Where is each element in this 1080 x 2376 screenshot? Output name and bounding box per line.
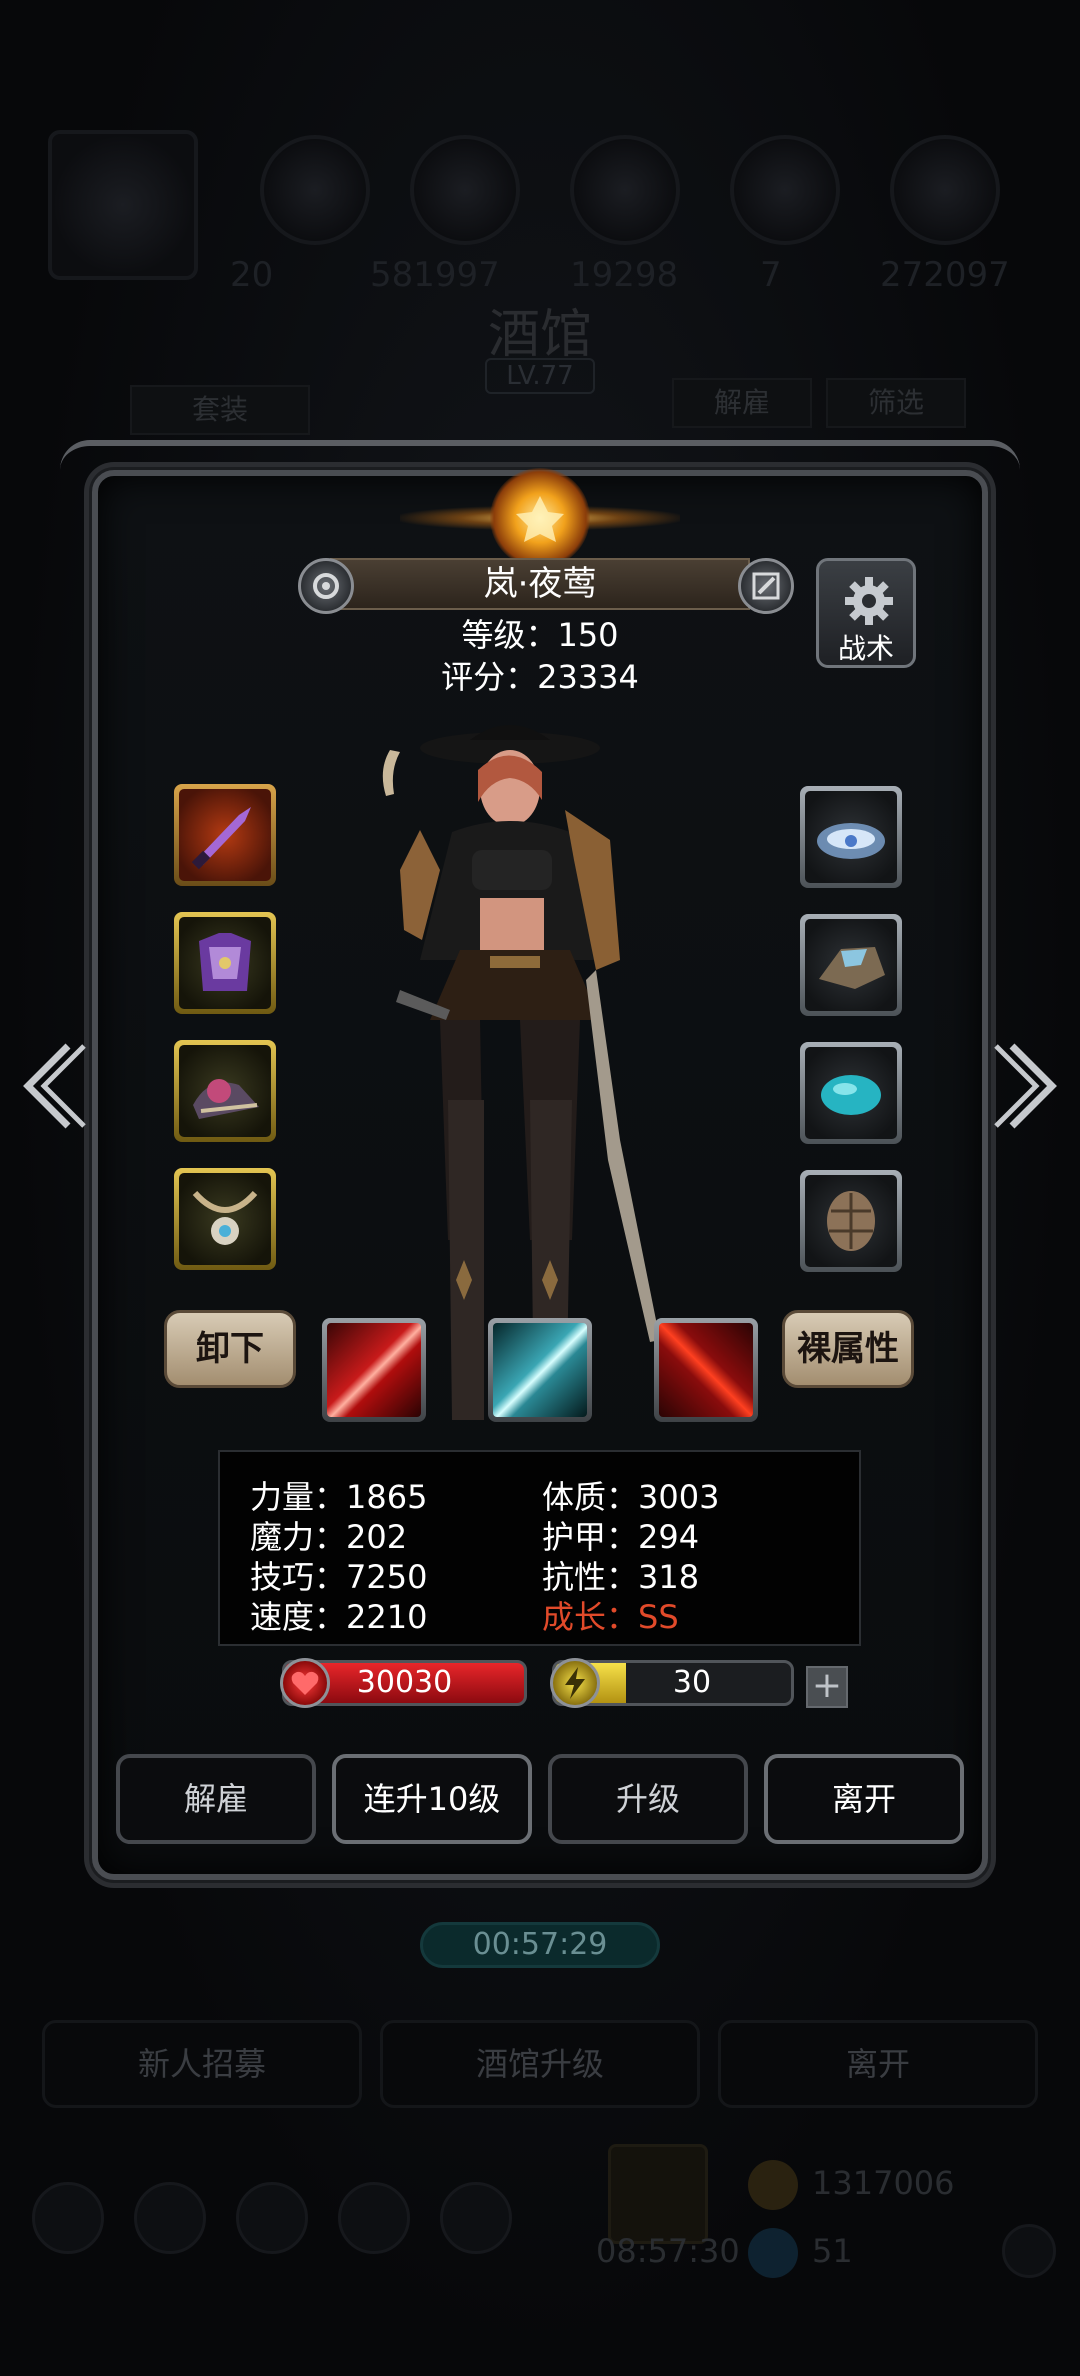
background-number: 20	[230, 255, 274, 295]
equip-slot-shell[interactable]	[800, 1170, 902, 1272]
equip-slot-ore[interactable]	[800, 914, 902, 1016]
background-tab-filter: 筛选	[826, 378, 966, 428]
previous-hero-arrow-icon[interactable]	[12, 1036, 92, 1136]
background-hero-row: 20 581997 19298 7 272097	[40, 130, 1040, 295]
background-menu-icon	[440, 2182, 512, 2254]
background-hero-icon	[730, 135, 840, 245]
equip-slot-gem[interactable]	[800, 1042, 902, 1144]
equip-slot-helmet[interactable]	[800, 786, 902, 888]
background-number: 581997	[370, 255, 500, 295]
red-slash-skill-icon	[327, 1323, 421, 1417]
boots-icon	[193, 1079, 259, 1119]
hero-name: 岚·夜莺	[483, 564, 597, 604]
leave-button[interactable]: 离开	[764, 1754, 964, 1844]
background-tab-suit: 套装	[130, 385, 310, 435]
background-add-icon	[1002, 2224, 1056, 2278]
background-leave-button: 离开	[718, 2020, 1038, 2108]
background-hero-icon	[260, 135, 370, 245]
stats-panel: 力量：1865 体质：3003 魔力：202 护甲：294 技巧：7250 抗性…	[218, 1450, 861, 1646]
gem-icon	[821, 1075, 881, 1115]
background-recruit-button: 新人招募	[42, 2020, 362, 2108]
equip-slot-armor[interactable]	[174, 912, 276, 1014]
emblem-gem-icon	[490, 468, 590, 568]
stat-speed: 速度：2210	[250, 1598, 428, 1636]
shell-icon	[827, 1191, 875, 1251]
background-number: 7	[760, 255, 782, 295]
background-title: 酒馆	[487, 305, 592, 365]
gear-icon	[845, 577, 893, 625]
crown-icon	[817, 823, 885, 859]
hero-score: 评分：23334	[441, 658, 639, 696]
amulet-icon	[192, 1190, 258, 1245]
add-energy-button[interactable]: +	[806, 1666, 848, 1708]
stat-growth: 成长：SS	[542, 1598, 679, 1636]
background-gold-amount: 1317006	[812, 2164, 955, 2202]
background-hero-icon	[570, 135, 680, 245]
background-upgrade-button: 酒馆升级	[380, 2020, 700, 2108]
energy-value: 30	[672, 1665, 712, 1700]
background-menu-icon	[338, 2182, 410, 2254]
level-up-10-button[interactable]: 连升10级	[332, 1754, 532, 1844]
background-menu-icon	[32, 2182, 104, 2254]
skill-slot-3[interactable]	[654, 1318, 758, 1422]
tactic-label: 战术	[837, 632, 894, 665]
unequip-button[interactable]: 卸下	[164, 1310, 296, 1388]
background-hero-icon	[890, 135, 1000, 245]
background-menu-icon	[236, 2182, 308, 2254]
background-gold-icon	[748, 2160, 798, 2210]
background-level: LV.77	[485, 358, 595, 394]
background-gem-amount: 51	[812, 2232, 853, 2270]
armor-icon	[199, 933, 251, 991]
background-number: 272097	[880, 255, 1010, 295]
background-bottom-bar: 1317006 51 08:57:30	[0, 2140, 1080, 2360]
background-tab-dismiss: 解雇	[672, 378, 812, 428]
background-menu-icon	[134, 2182, 206, 2254]
level-up-button[interactable]: 升级	[548, 1754, 748, 1844]
bare-attributes-button[interactable]: 裸属性	[782, 1310, 914, 1388]
background-clock: 08:57:30	[596, 2232, 740, 2270]
equip-slot-amulet[interactable]	[174, 1168, 276, 1270]
background-avatar	[48, 130, 198, 280]
dismiss-button[interactable]: 解雇	[116, 1754, 316, 1844]
skill-slot-2[interactable]	[488, 1318, 592, 1422]
background-gift-icon	[608, 2144, 708, 2244]
ore-icon	[819, 947, 885, 989]
background-gem-icon	[748, 2228, 798, 2278]
red-blade-skill-icon	[659, 1323, 753, 1417]
background-number: 19298	[570, 255, 679, 295]
rename-pencil-icon[interactable]	[738, 558, 794, 614]
dagger-icon	[191, 807, 251, 870]
hp-value: 30030	[356, 1665, 453, 1700]
equip-slot-weapon[interactable]	[174, 784, 276, 886]
tactic-button[interactable]: 战术	[816, 558, 916, 668]
background-timer: 00:57:29	[420, 1922, 660, 1968]
cyan-slash-skill-icon	[493, 1323, 587, 1417]
equip-slot-boots[interactable]	[174, 1040, 276, 1142]
background-hero-icon	[410, 135, 520, 245]
next-hero-arrow-icon[interactable]	[988, 1036, 1068, 1136]
skill-slot-1[interactable]	[322, 1318, 426, 1422]
hero-level: 等级：150	[461, 616, 619, 654]
